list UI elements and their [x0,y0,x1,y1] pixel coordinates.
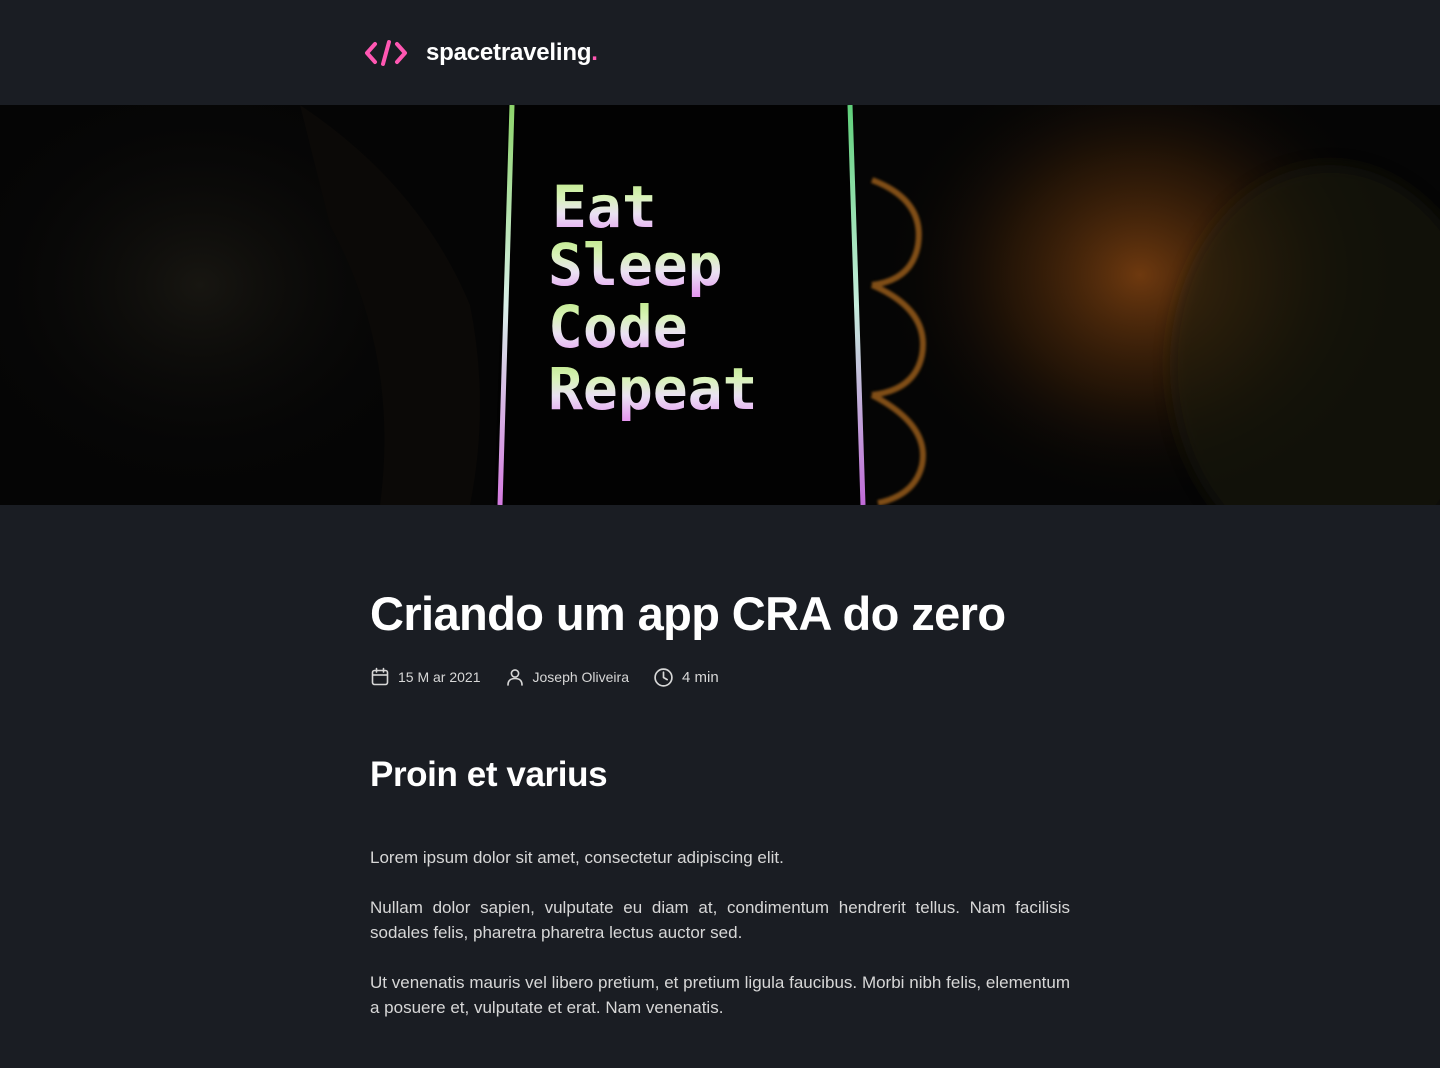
brand-dot: . [591,39,598,66]
brand-logo-link[interactable]: spacetraveling. [364,36,598,70]
post-paragraph: Lorem ipsum dolor sit amet, consectetur … [370,848,784,867]
banner-illustration: Eat Sleep Code Repeat [0,105,1440,505]
top-header: spacetraveling. [0,0,1440,105]
banner-line-sleep: Sleep [548,231,723,299]
post-paragraph: Nullam dolor sapien, vulputate eu diam a… [370,898,1070,942]
clock-icon [654,667,673,687]
post-reading-time: 4 min [653,667,719,688]
banner-line-code: Code [548,293,688,361]
post-banner-image: Eat Sleep Code Repeat [0,105,1440,505]
post-date-text: 15 M ar 2021 [398,669,481,685]
post-date: 15 M ar 2021 [370,667,481,687]
post-meta: 15 M ar 2021 Joseph Oliveira 4 min [370,665,743,689]
post-title: Criando um app CRA do zero [370,587,1006,640]
post-paragraph: Ut venenatis mauris vel libero pretium, … [370,973,1070,1017]
post-author: Joseph Oliveira [505,667,630,687]
section-heading: Proin et varius [370,755,608,794]
post-author-text: Joseph Oliveira [532,669,630,685]
brand-name: spacetraveling [426,39,592,66]
post-body: Lorem ipsum dolor sit amet, consectetur … [370,845,1070,1045]
post-reading-time-text: 4 min [682,668,719,686]
user-icon [506,669,523,686]
calendar-icon [371,667,389,686]
banner-line-repeat: Repeat [548,355,758,423]
code-brackets-icon [365,40,407,66]
